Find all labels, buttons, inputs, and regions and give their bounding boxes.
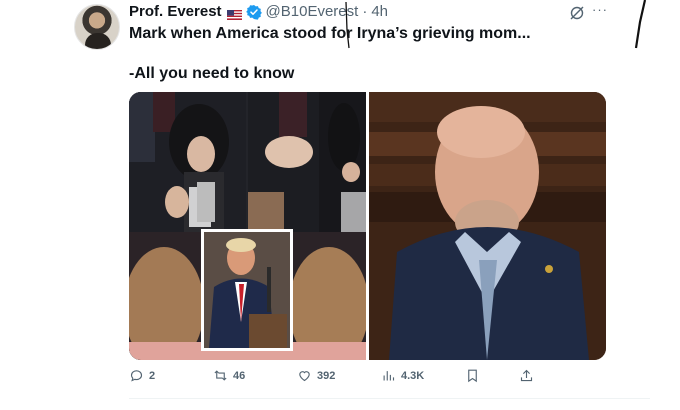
views-icon — [383, 371, 395, 381]
avatar[interactable] — [74, 4, 120, 50]
tweet-actions: 2 46 392 4.3K — [129, 368, 539, 388]
tweet-time[interactable]: 4h — [371, 3, 388, 20]
reply-button[interactable]: 2 — [129, 368, 155, 383]
more-options-icon[interactable]: ··· — [592, 2, 608, 17]
avatar-torso — [85, 33, 111, 49]
verified-badge-icon — [245, 4, 262, 20]
like-button[interactable]: 392 — [297, 368, 335, 383]
media-collage-image[interactable] — [129, 92, 366, 360]
reply-icon — [130, 370, 143, 382]
views-button[interactable]: 4.3K — [381, 368, 424, 383]
retweet-button[interactable]: 46 — [213, 368, 245, 383]
us-flag-icon — [226, 7, 242, 20]
retweet-count: 46 — [233, 369, 246, 382]
share-button[interactable] — [519, 368, 534, 383]
heart-icon — [299, 371, 310, 382]
separator-dot: · — [362, 3, 368, 20]
retweet-icon — [214, 370, 227, 381]
bookmark-button[interactable] — [465, 368, 480, 383]
grok-icon[interactable] — [569, 5, 585, 21]
tweet-text-line-2: -All you need to know — [129, 65, 295, 82]
views-count: 4.3K — [401, 369, 425, 382]
author-handle[interactable]: @B10Everest — [266, 3, 359, 20]
divider — [129, 398, 650, 399]
author-name[interactable]: Prof. Everest — [129, 3, 222, 20]
bookmark-icon — [468, 369, 477, 383]
tweet[interactable]: Prof. Everest @B10Everest · 4h ··· Mark … — [0, 0, 680, 410]
reply-count: 2 — [149, 369, 156, 382]
tweet-media[interactable] — [129, 92, 606, 360]
media-senator-image[interactable] — [369, 92, 606, 360]
share-icon — [520, 369, 533, 382]
tweet-header: Prof. Everest @B10Everest · 4h — [129, 3, 388, 20]
tweet-text-line-1: Mark when America stood for Iryna’s grie… — [129, 25, 531, 42]
like-count: 392 — [317, 369, 336, 382]
